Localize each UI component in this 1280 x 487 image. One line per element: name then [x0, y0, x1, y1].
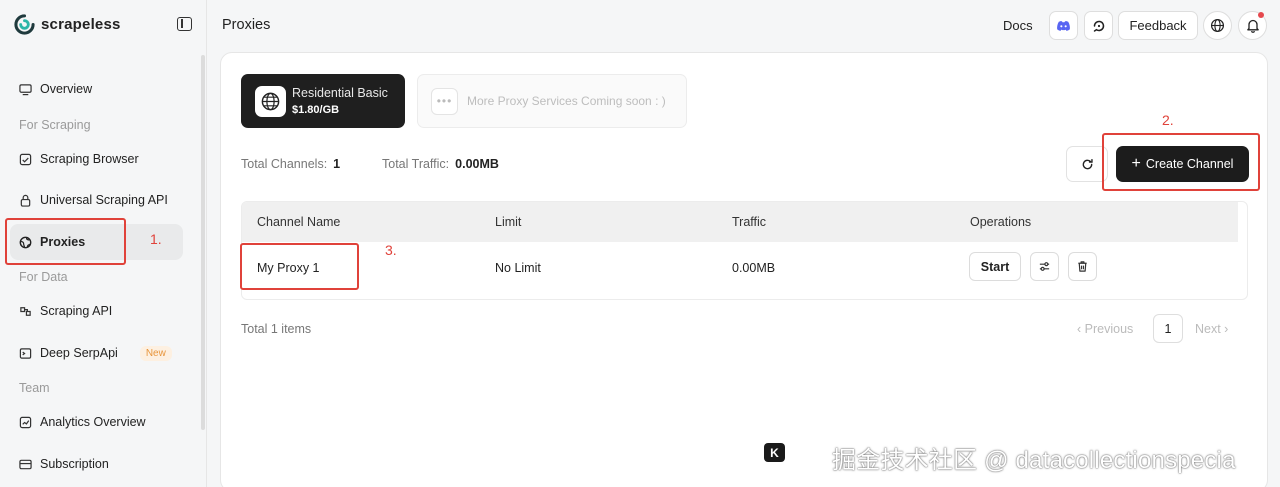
service-price: $1.80/GB: [292, 104, 340, 116]
section-for-data: For Data: [19, 270, 68, 284]
column-header-operations: Operations: [970, 215, 1032, 229]
annotation-box-proxies: [5, 218, 126, 265]
sidebar-item-label: Overview: [40, 82, 93, 96]
column-header-channel-name: Channel Name: [257, 215, 341, 229]
total-channels: Total Channels: 1: [241, 157, 340, 171]
browser-icon: [19, 153, 32, 166]
settings-button[interactable]: [1030, 252, 1059, 281]
brand-name: scrapeless: [41, 16, 121, 33]
discord-button[interactable]: [1049, 11, 1078, 40]
api-icon: [19, 305, 32, 318]
sidebar-item-universal-scraping-api[interactable]: Universal Scraping API: [10, 182, 183, 218]
annotation-number: 2.: [1162, 112, 1174, 128]
annotation-number: 3.: [385, 242, 397, 258]
new-badge: New: [139, 345, 172, 361]
previous-label: Previous: [1084, 322, 1134, 336]
brand[interactable]: scrapeless: [14, 14, 121, 35]
notification-dot: [1258, 12, 1264, 18]
sidebar-item-subscription[interactable]: Subscription: [10, 446, 183, 482]
card-icon: [19, 458, 32, 471]
sidebar-collapse-icon[interactable]: [177, 17, 192, 31]
start-button[interactable]: Start: [969, 252, 1021, 281]
total-traffic-value: 0.00MB: [455, 157, 499, 171]
docs-link[interactable]: Docs: [1003, 18, 1033, 33]
column-header-limit: Limit: [495, 215, 522, 229]
next-label: Next: [1195, 322, 1221, 336]
language-button[interactable]: [1203, 11, 1232, 40]
watermark-logo: K: [764, 443, 785, 462]
section-team: Team: [19, 381, 50, 395]
main-panel: Residential Basic $1.80/GB ••• More Prox…: [220, 52, 1268, 487]
sidebar-item-label: Deep SerpApi: [40, 346, 118, 360]
chevron-left-icon: ‹: [1077, 322, 1085, 336]
coming-soon-text: More Proxy Services Coming soon : ): [467, 94, 666, 108]
language-globe-icon: [1210, 18, 1225, 33]
cell-limit: No Limit: [495, 261, 541, 275]
globe-icon: [255, 86, 286, 117]
sidebar-scrollbar[interactable]: [201, 55, 205, 430]
sidebar-item-label: Universal Scraping API: [40, 193, 168, 207]
page-title: Proxies: [222, 17, 271, 33]
total-channels-value: 1: [333, 157, 341, 171]
sidebar-item-label: Scraping API: [40, 304, 113, 318]
lock-icon: [19, 194, 32, 207]
total-channels-label: Total Channels:: [241, 157, 328, 171]
sidebar-item-scraping-browser[interactable]: Scraping Browser: [10, 141, 183, 177]
chevron-right-icon: ›: [1220, 322, 1229, 336]
refresh-icon: [1082, 158, 1093, 169]
pagination-previous[interactable]: ‹ Previous: [1077, 322, 1133, 336]
pagination-next[interactable]: Next ›: [1195, 322, 1228, 336]
top-bar: Proxies Docs Feedback: [208, 0, 1280, 50]
scrapeless-logo-icon: [14, 14, 35, 35]
column-header-traffic: Traffic: [732, 215, 767, 229]
service-name: Residential Basic: [292, 86, 388, 100]
pagination-page[interactable]: 1: [1153, 314, 1183, 343]
annotation-box-create-channel: [1102, 133, 1260, 191]
sidebar-item-overview[interactable]: Overview: [10, 71, 183, 107]
support-icon: [1093, 20, 1104, 32]
discord-icon: [1057, 20, 1070, 31]
section-for-scraping: For Scraping: [19, 118, 91, 132]
table-header: Channel Name Limit Traffic Operations: [242, 202, 1238, 242]
sidebar-item-label: Analytics Overview: [40, 415, 146, 429]
monitor-icon: [19, 83, 32, 96]
cell-traffic: 0.00MB: [732, 261, 776, 275]
delete-button[interactable]: [1068, 252, 1097, 281]
sidebar-item-label: Subscription: [40, 457, 109, 471]
notifications-button[interactable]: [1238, 11, 1267, 40]
trash-icon: [1078, 261, 1087, 272]
annotation-number: 1.: [150, 231, 162, 247]
sidebar-item-scraping-api[interactable]: Scraping API: [10, 293, 183, 329]
total-traffic: Total Traffic: 0.00MB: [382, 157, 499, 171]
service-card-residential-basic[interactable]: Residential Basic $1.80/GB: [241, 74, 405, 128]
sliders-icon: [1039, 262, 1050, 271]
sidebar-item-deep-serpapi[interactable]: Deep SerpApi New: [10, 335, 183, 371]
sidebar-item-analytics-overview[interactable]: Analytics Overview: [10, 404, 183, 440]
service-card-coming-soon: ••• More Proxy Services Coming soon : ): [417, 74, 687, 128]
feedback-button[interactable]: Feedback: [1118, 11, 1198, 40]
watermark-text: 掘金技术社区 @ datacollectionspecia: [832, 447, 1236, 474]
bell-icon: [1246, 19, 1259, 33]
total-items: Total 1 items: [241, 322, 312, 336]
annotation-box-channel: [240, 243, 359, 290]
total-traffic-label: Total Traffic:: [382, 157, 450, 171]
analytics-icon: [19, 416, 32, 429]
sidebar-item-label: Scraping Browser: [40, 152, 139, 166]
terminal-icon: [19, 347, 32, 360]
more-dots-icon: •••: [431, 87, 458, 115]
support-button[interactable]: [1084, 11, 1113, 40]
